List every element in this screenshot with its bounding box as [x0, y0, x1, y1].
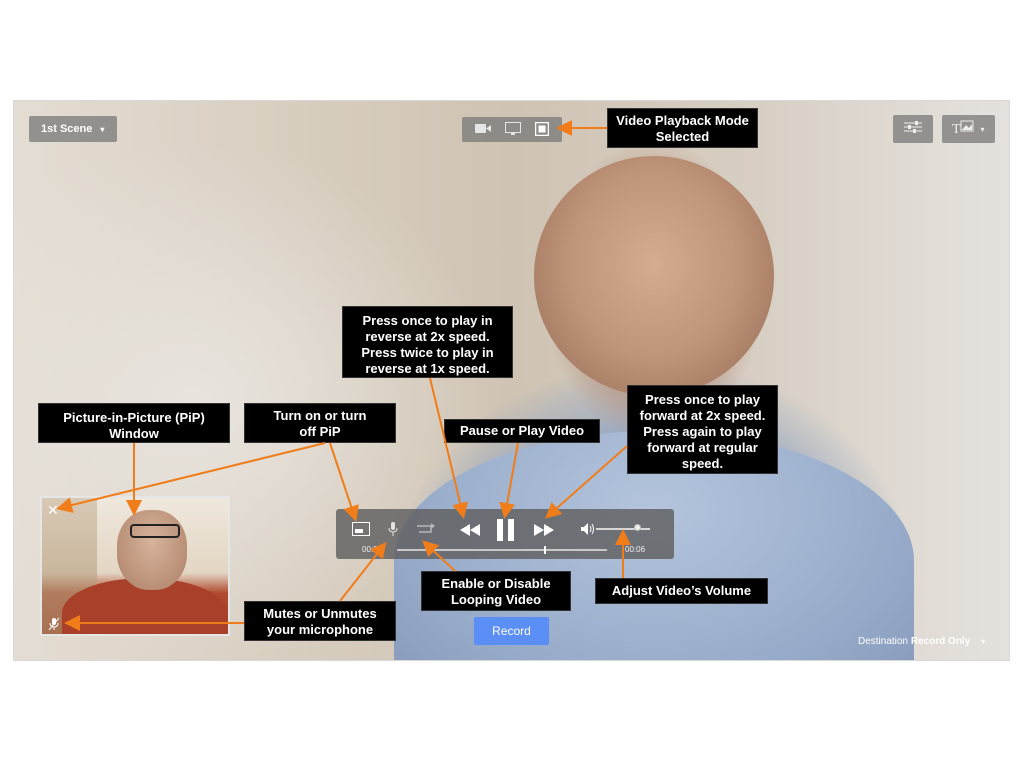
- destination-label: Destination: [858, 636, 909, 647]
- timeline-playhead[interactable]: [544, 546, 546, 554]
- pause-icon[interactable]: [496, 519, 516, 543]
- pip-person-glasses: [130, 524, 180, 538]
- fast-forward-icon[interactable]: [533, 524, 555, 538]
- record-button[interactable]: Record: [474, 617, 549, 645]
- callout-reverse: Press once to play in reverse at 2x spee…: [342, 306, 513, 378]
- playback-controls: 00:00 00:06: [336, 509, 674, 559]
- overlay-button[interactable]: T ▾: [942, 115, 995, 143]
- sliders-icon: [904, 120, 922, 139]
- destination-value: Record Only: [910, 636, 971, 647]
- pip-window[interactable]: ✕: [40, 496, 230, 636]
- chevron-down-icon: ▾: [100, 124, 105, 134]
- chevron-down-icon: ▾: [981, 637, 986, 646]
- settings-button[interactable]: [893, 115, 933, 143]
- callout-pip-toggle: Turn on or turn off PiP: [244, 403, 396, 443]
- pip-toggle-icon[interactable]: [352, 522, 370, 538]
- callout-playback-mode: Video Playback Mode Selected: [607, 108, 758, 148]
- camera-icon[interactable]: [475, 123, 491, 136]
- presenter-head: [534, 156, 774, 396]
- callout-pause-play: Pause or Play Video: [444, 419, 600, 443]
- time-total: 00:06: [625, 545, 646, 554]
- callout-volume: Adjust Video’s Volume: [595, 578, 768, 604]
- svg-text:T: T: [952, 122, 961, 135]
- time-current: 00:00: [362, 545, 383, 554]
- volume-knob[interactable]: [633, 524, 641, 531]
- callout-mic: Mutes or Unmutes your microphone: [244, 601, 396, 641]
- mode-switcher: [462, 117, 562, 142]
- scene-label: 1st Scene: [41, 123, 93, 135]
- close-icon[interactable]: ✕: [47, 503, 59, 517]
- film-icon[interactable]: [534, 121, 550, 138]
- pip-person-face: [117, 510, 187, 590]
- timeline-scrubber[interactable]: [397, 546, 607, 554]
- microphone-icon[interactable]: [388, 521, 398, 539]
- microphone-icon[interactable]: [48, 617, 60, 633]
- volume-icon: [581, 523, 595, 537]
- callout-pip-window: Picture-in-Picture (PiP) Window: [38, 403, 230, 443]
- callout-looping: Enable or Disable Looping Video: [421, 571, 571, 611]
- rewind-icon[interactable]: [459, 524, 481, 538]
- volume-slider[interactable]: [596, 528, 650, 530]
- monitor-icon[interactable]: [505, 121, 521, 138]
- scene-selector[interactable]: 1st Scene ▾: [29, 116, 117, 142]
- callout-forward: Press once to play forward at 2x speed. …: [627, 385, 778, 474]
- text-image-icon: T: [952, 119, 974, 140]
- destination-selector[interactable]: Destination Record Only ▾: [858, 636, 985, 647]
- chevron-down-icon: ▾: [980, 124, 985, 134]
- loop-icon[interactable]: [414, 522, 436, 538]
